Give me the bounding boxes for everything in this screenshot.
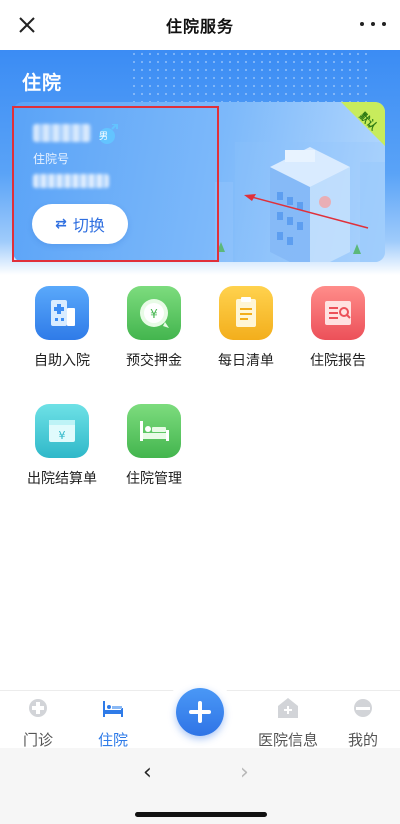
section-title: 住院 [22,72,63,94]
tab-inpatient[interactable]: 住院 [78,697,148,750]
switch-label: 切换 [72,216,105,235]
bed-icon [127,404,181,458]
patient-name-redacted [33,124,91,142]
back-arrow-icon[interactable]: ‹ [143,760,152,785]
tab-profile[interactable]: 我的 [328,697,398,750]
service-report[interactable]: 住院报告 [292,286,384,370]
service-label: 自助入院 [34,353,90,369]
close-icon[interactable] [14,12,40,38]
annotation-arrow [244,194,369,229]
service-self-admission[interactable]: 自助入院 [16,286,108,370]
inpatient-number-redacted [33,174,109,188]
tab-hospital-info[interactable]: 医院信息 [252,697,324,750]
browser-toolbar: ‹ › [0,748,400,824]
service-label: 预交押金 [126,353,182,369]
forward-arrow-icon[interactable]: › [240,760,249,785]
settlement-icon: ¥ [35,404,89,458]
service-discharge-settlement[interactable]: ¥ 出院结算单 [16,404,108,488]
plus-icon[interactable] [176,688,224,736]
svg-text:¥: ¥ [150,307,158,321]
more-icon[interactable] [360,16,386,32]
switch-button[interactable]: ⇄ 切换 [32,204,128,244]
service-deposit[interactable]: ¥ 预交押金 [108,286,200,370]
top-nav-bar: 住院服务 [0,0,400,50]
service-daily-list[interactable]: 每日清单 [200,286,292,370]
page-title: 住院服务 [165,17,234,36]
hospital-icon [35,286,89,340]
service-inpatient-management[interactable]: 住院管理 [108,404,200,488]
profile-icon [354,699,372,717]
service-label: 出院结算单 [27,471,97,487]
service-label: 住院报告 [310,353,366,369]
list-icon [219,286,273,340]
inpatient-number-label: 住院号 [33,152,70,166]
deposit-icon: ¥ [127,286,181,340]
report-icon [311,286,365,340]
outpatient-icon [29,699,47,717]
service-label: 住院管理 [126,471,182,487]
tab-outpatient[interactable]: 门诊 [3,697,73,750]
svg-text:¥: ¥ [59,429,66,442]
default-badge: 默认 [341,102,385,146]
swap-icon: ⇄ [55,216,67,232]
hospital-info-icon [278,698,298,718]
bed-icon [103,701,123,717]
service-label: 每日清单 [218,353,274,369]
gender-label: 男 [99,132,109,142]
home-indicator [135,812,267,817]
